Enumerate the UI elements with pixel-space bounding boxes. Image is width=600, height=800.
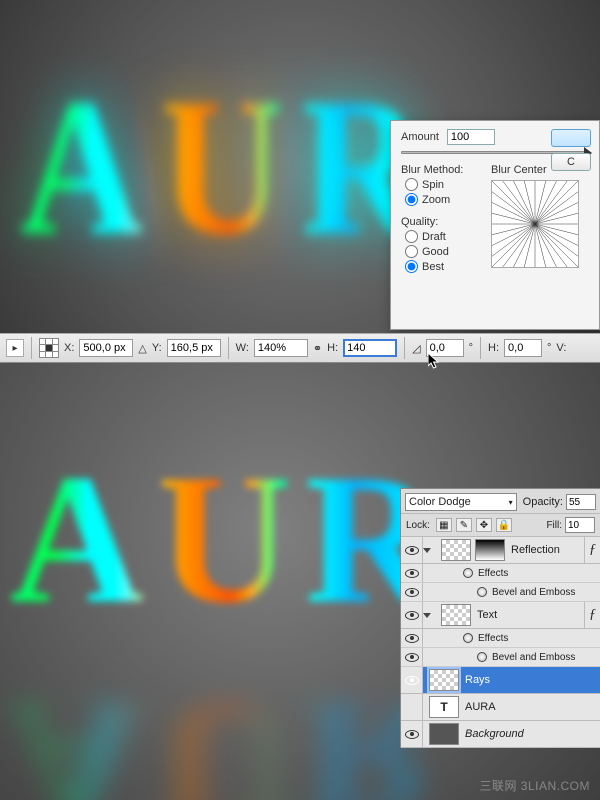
y-label: Y:	[152, 342, 162, 354]
amount-input[interactable]	[447, 129, 495, 145]
fx-badge[interactable]: ƒ	[584, 537, 600, 563]
cancel-button[interactable]: C	[551, 153, 591, 171]
opacity-label: Opacity:	[523, 496, 563, 508]
opacity-input[interactable]	[566, 494, 596, 510]
layer-thumbnail[interactable]	[429, 669, 459, 691]
layer-thumbnail[interactable]	[441, 604, 471, 626]
canvas-top[interactable]: AUR Amount Blur Method: Spin Zoom Qualit…	[0, 0, 600, 333]
w-label: W:	[236, 342, 249, 354]
v-label: V:	[556, 342, 566, 354]
x-label: X:	[64, 342, 74, 354]
y-input[interactable]	[167, 339, 221, 357]
artwork-reflection: AUR	[10, 664, 453, 800]
quality-label: Quality:	[401, 216, 481, 228]
layer-row-aura[interactable]: T AURA	[401, 694, 600, 721]
layer-row-rays[interactable]: Rays	[401, 667, 600, 694]
layers-panel: Color Dodge▾ Opacity: Lock: ▦ ✎ ✥ 🔒 Fill…	[400, 488, 600, 748]
visibility-toggle-icon[interactable]	[405, 588, 419, 597]
fx-badge[interactable]: ƒ	[584, 602, 600, 628]
layer-effects-group[interactable]: Effects	[401, 564, 600, 583]
radio-good[interactable]	[405, 245, 418, 258]
visibility-toggle-icon[interactable]	[405, 653, 419, 662]
lock-position-icon[interactable]: ✥	[476, 518, 492, 532]
visibility-toggle-icon[interactable]	[405, 546, 419, 555]
radio-zoom[interactable]	[405, 193, 418, 206]
layer-row-background[interactable]: Background	[401, 721, 600, 748]
x-input[interactable]	[79, 339, 133, 357]
layer-effect-item[interactable]: Bevel and Emboss	[401, 583, 600, 602]
arrow-tool-icon[interactable]: ▸	[6, 339, 24, 357]
blend-mode-select[interactable]: Color Dodge▾	[405, 493, 517, 511]
h-label: H:	[327, 342, 338, 354]
lock-label: Lock:	[406, 520, 430, 531]
layer-mask-thumbnail[interactable]	[475, 539, 505, 561]
lock-transparency-icon[interactable]: ▦	[436, 518, 452, 532]
delta-icon[interactable]: △	[138, 342, 146, 355]
expand-icon[interactable]	[423, 613, 431, 618]
artwork-text-top: AUR	[20, 55, 442, 279]
effects-icon	[463, 633, 473, 643]
h-input[interactable]	[343, 339, 397, 357]
visibility-toggle-icon[interactable]	[405, 611, 419, 620]
reference-point-grid[interactable]	[39, 338, 59, 358]
amount-label: Amount	[401, 131, 439, 143]
visibility-toggle-icon[interactable]	[405, 676, 419, 685]
watermark: 三联网 3LIAN.COM	[479, 777, 590, 794]
blur-method-label: Blur Method:	[401, 164, 481, 176]
visibility-toggle-icon[interactable]	[405, 569, 419, 578]
text-layer-thumbnail[interactable]: T	[429, 696, 459, 718]
radio-spin[interactable]	[405, 178, 418, 191]
radio-best[interactable]	[405, 260, 418, 273]
artwork-text-bottom: AUR	[10, 433, 453, 646]
radio-draft[interactable]	[405, 230, 418, 243]
layer-effect-item[interactable]: Bevel and Emboss	[401, 648, 600, 667]
visibility-toggle-icon[interactable]	[405, 634, 419, 643]
expand-icon[interactable]	[423, 548, 431, 553]
layer-thumbnail[interactable]	[441, 539, 471, 561]
ok-button[interactable]	[551, 129, 591, 147]
visibility-toggle-icon[interactable]	[405, 730, 419, 739]
radial-blur-dialog: Amount Blur Method: Spin Zoom Quality: D…	[390, 120, 600, 330]
link-icon[interactable]: ⚭	[313, 342, 322, 355]
effects-icon	[477, 652, 487, 662]
effects-icon	[463, 568, 473, 578]
blur-center-preview[interactable]	[491, 180, 579, 268]
layer-effects-group[interactable]: Effects	[401, 629, 600, 648]
effects-icon	[477, 587, 487, 597]
layer-thumbnail[interactable]	[429, 723, 459, 745]
lock-pixels-icon[interactable]: ✎	[456, 518, 472, 532]
hskew-label: H:	[488, 342, 499, 354]
angle-icon: ◿	[412, 342, 420, 355]
hskew-input[interactable]	[504, 339, 542, 357]
lock-all-icon[interactable]: 🔒	[496, 518, 512, 532]
layer-row-reflection[interactable]: Reflection ƒ	[401, 537, 600, 564]
layer-row-text[interactable]: Text ƒ	[401, 602, 600, 629]
w-input[interactable]	[254, 339, 308, 357]
fill-label: Fill:	[546, 520, 562, 531]
fill-input[interactable]	[565, 517, 595, 533]
transform-options-bar: ▸ X: △ Y: W: ⚭ H: ◿ ° H: ° V:	[0, 333, 600, 363]
angle-input[interactable]	[426, 339, 464, 357]
